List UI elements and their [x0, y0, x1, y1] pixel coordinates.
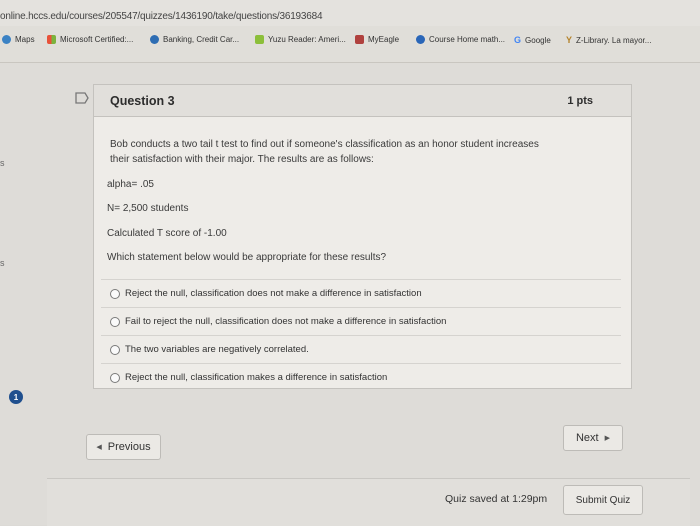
question-points: 1 pts: [567, 95, 593, 107]
bookmark-label: Course Home math...: [429, 35, 506, 44]
left-edge-fragment: s: [0, 158, 5, 168]
bookmark-label: Microsoft Certified:...: [60, 35, 134, 44]
bookmark-label: Google: [525, 35, 551, 45]
pearson-icon: [416, 35, 425, 44]
question-ask-text: Which statement below would be appropria…: [107, 252, 387, 263]
bookmark-course-home[interactable]: Course Home math...: [416, 35, 505, 44]
sample-size-text: N= 2,500 students: [107, 203, 189, 214]
quiz-saved-status: Quiz saved at 1:29pm: [445, 493, 548, 505]
bookmark-label: Yuzu Reader: Ameri...: [268, 35, 346, 44]
radio-button[interactable]: [110, 288, 120, 299]
answer-label: Reject the null, classification does not…: [125, 288, 422, 299]
question-prompt-line1: Bob conducts a two tail t test to find o…: [110, 139, 539, 150]
yuzu-icon: [255, 35, 264, 44]
answer-option[interactable]: The two variables are negatively correla…: [101, 335, 621, 363]
bookmark-google[interactable]: G Google: [514, 35, 551, 45]
zlibrary-icon: Y: [566, 35, 573, 45]
answer-option[interactable]: Fail to reject the null, classification …: [101, 307, 621, 335]
alpha-text: alpha= .05: [107, 179, 154, 190]
question-card: Question 3 1 pts Bob conducts a two tail…: [93, 84, 632, 389]
radio-button[interactable]: [110, 316, 120, 327]
maps-icon: [2, 35, 11, 44]
t-score-text: Calculated T score of -1.00: [107, 228, 227, 239]
previous-label: Previous: [107, 441, 151, 453]
submit-quiz-button[interactable]: Submit Quiz: [563, 485, 643, 515]
bookmark-yuzu[interactable]: Yuzu Reader: Ameri...: [255, 35, 346, 44]
answer-option[interactable]: Reject the null, classification does not…: [101, 279, 621, 307]
radio-button[interactable]: [110, 344, 120, 355]
flag-question-icon[interactable]: [74, 91, 90, 105]
bookmark-label: Banking, Credit Car...: [163, 35, 240, 44]
caret-right-icon: ▶: [604, 435, 610, 442]
bookmark-label: Maps: [15, 35, 35, 44]
bookmark-myeagle[interactable]: MyEagle: [355, 35, 399, 44]
bookmark-microsoft[interactable]: Microsoft Certified:...: [47, 35, 133, 44]
bookmark-maps[interactable]: Maps: [2, 35, 35, 44]
next-button[interactable]: Next ▶: [563, 425, 623, 451]
answer-label: The two variables are negatively correla…: [125, 344, 309, 355]
left-edge-fragment: s: [0, 258, 5, 268]
answer-option[interactable]: Reject the null, classification makes a …: [101, 363, 621, 391]
answer-label: Fail to reject the null, classification …: [125, 316, 447, 327]
answer-options: Reject the null, classification does not…: [101, 279, 621, 391]
radio-button[interactable]: [110, 372, 120, 383]
eagle-icon: [355, 35, 364, 44]
next-label: Next: [575, 432, 599, 444]
bookmark-zlibrary[interactable]: Y Z-Library. La mayor...: [566, 35, 651, 45]
google-icon: G: [514, 35, 522, 45]
url-text[interactable]: online.hccs.edu/courses/205547/quizzes/1…: [0, 11, 323, 22]
globe-icon: [150, 35, 159, 44]
microsoft-icon: [47, 35, 56, 44]
previous-button[interactable]: ◀ Previous: [86, 434, 161, 460]
answer-label: Reject the null, classification makes a …: [125, 372, 388, 383]
notification-badge[interactable]: 1: [9, 390, 23, 404]
bookmark-label: MyEagle: [368, 35, 400, 44]
bookmarks-bar: Maps Microsoft Certified:... Banking, Cr…: [0, 26, 700, 63]
bookmark-banking[interactable]: Banking, Credit Car...: [150, 35, 239, 44]
caret-left-icon: ◀: [96, 444, 102, 451]
submit-label: Submit Quiz: [575, 494, 631, 506]
address-bar[interactable]: online.hccs.edu/courses/205547/quizzes/1…: [0, 0, 700, 26]
question-header: Question 3 1 pts: [94, 85, 631, 117]
question-title: Question 3: [110, 94, 175, 108]
bookmark-label: Z-Library. La mayor...: [576, 35, 652, 45]
question-prompt-line2: their satisfaction with their major. The…: [110, 154, 374, 165]
